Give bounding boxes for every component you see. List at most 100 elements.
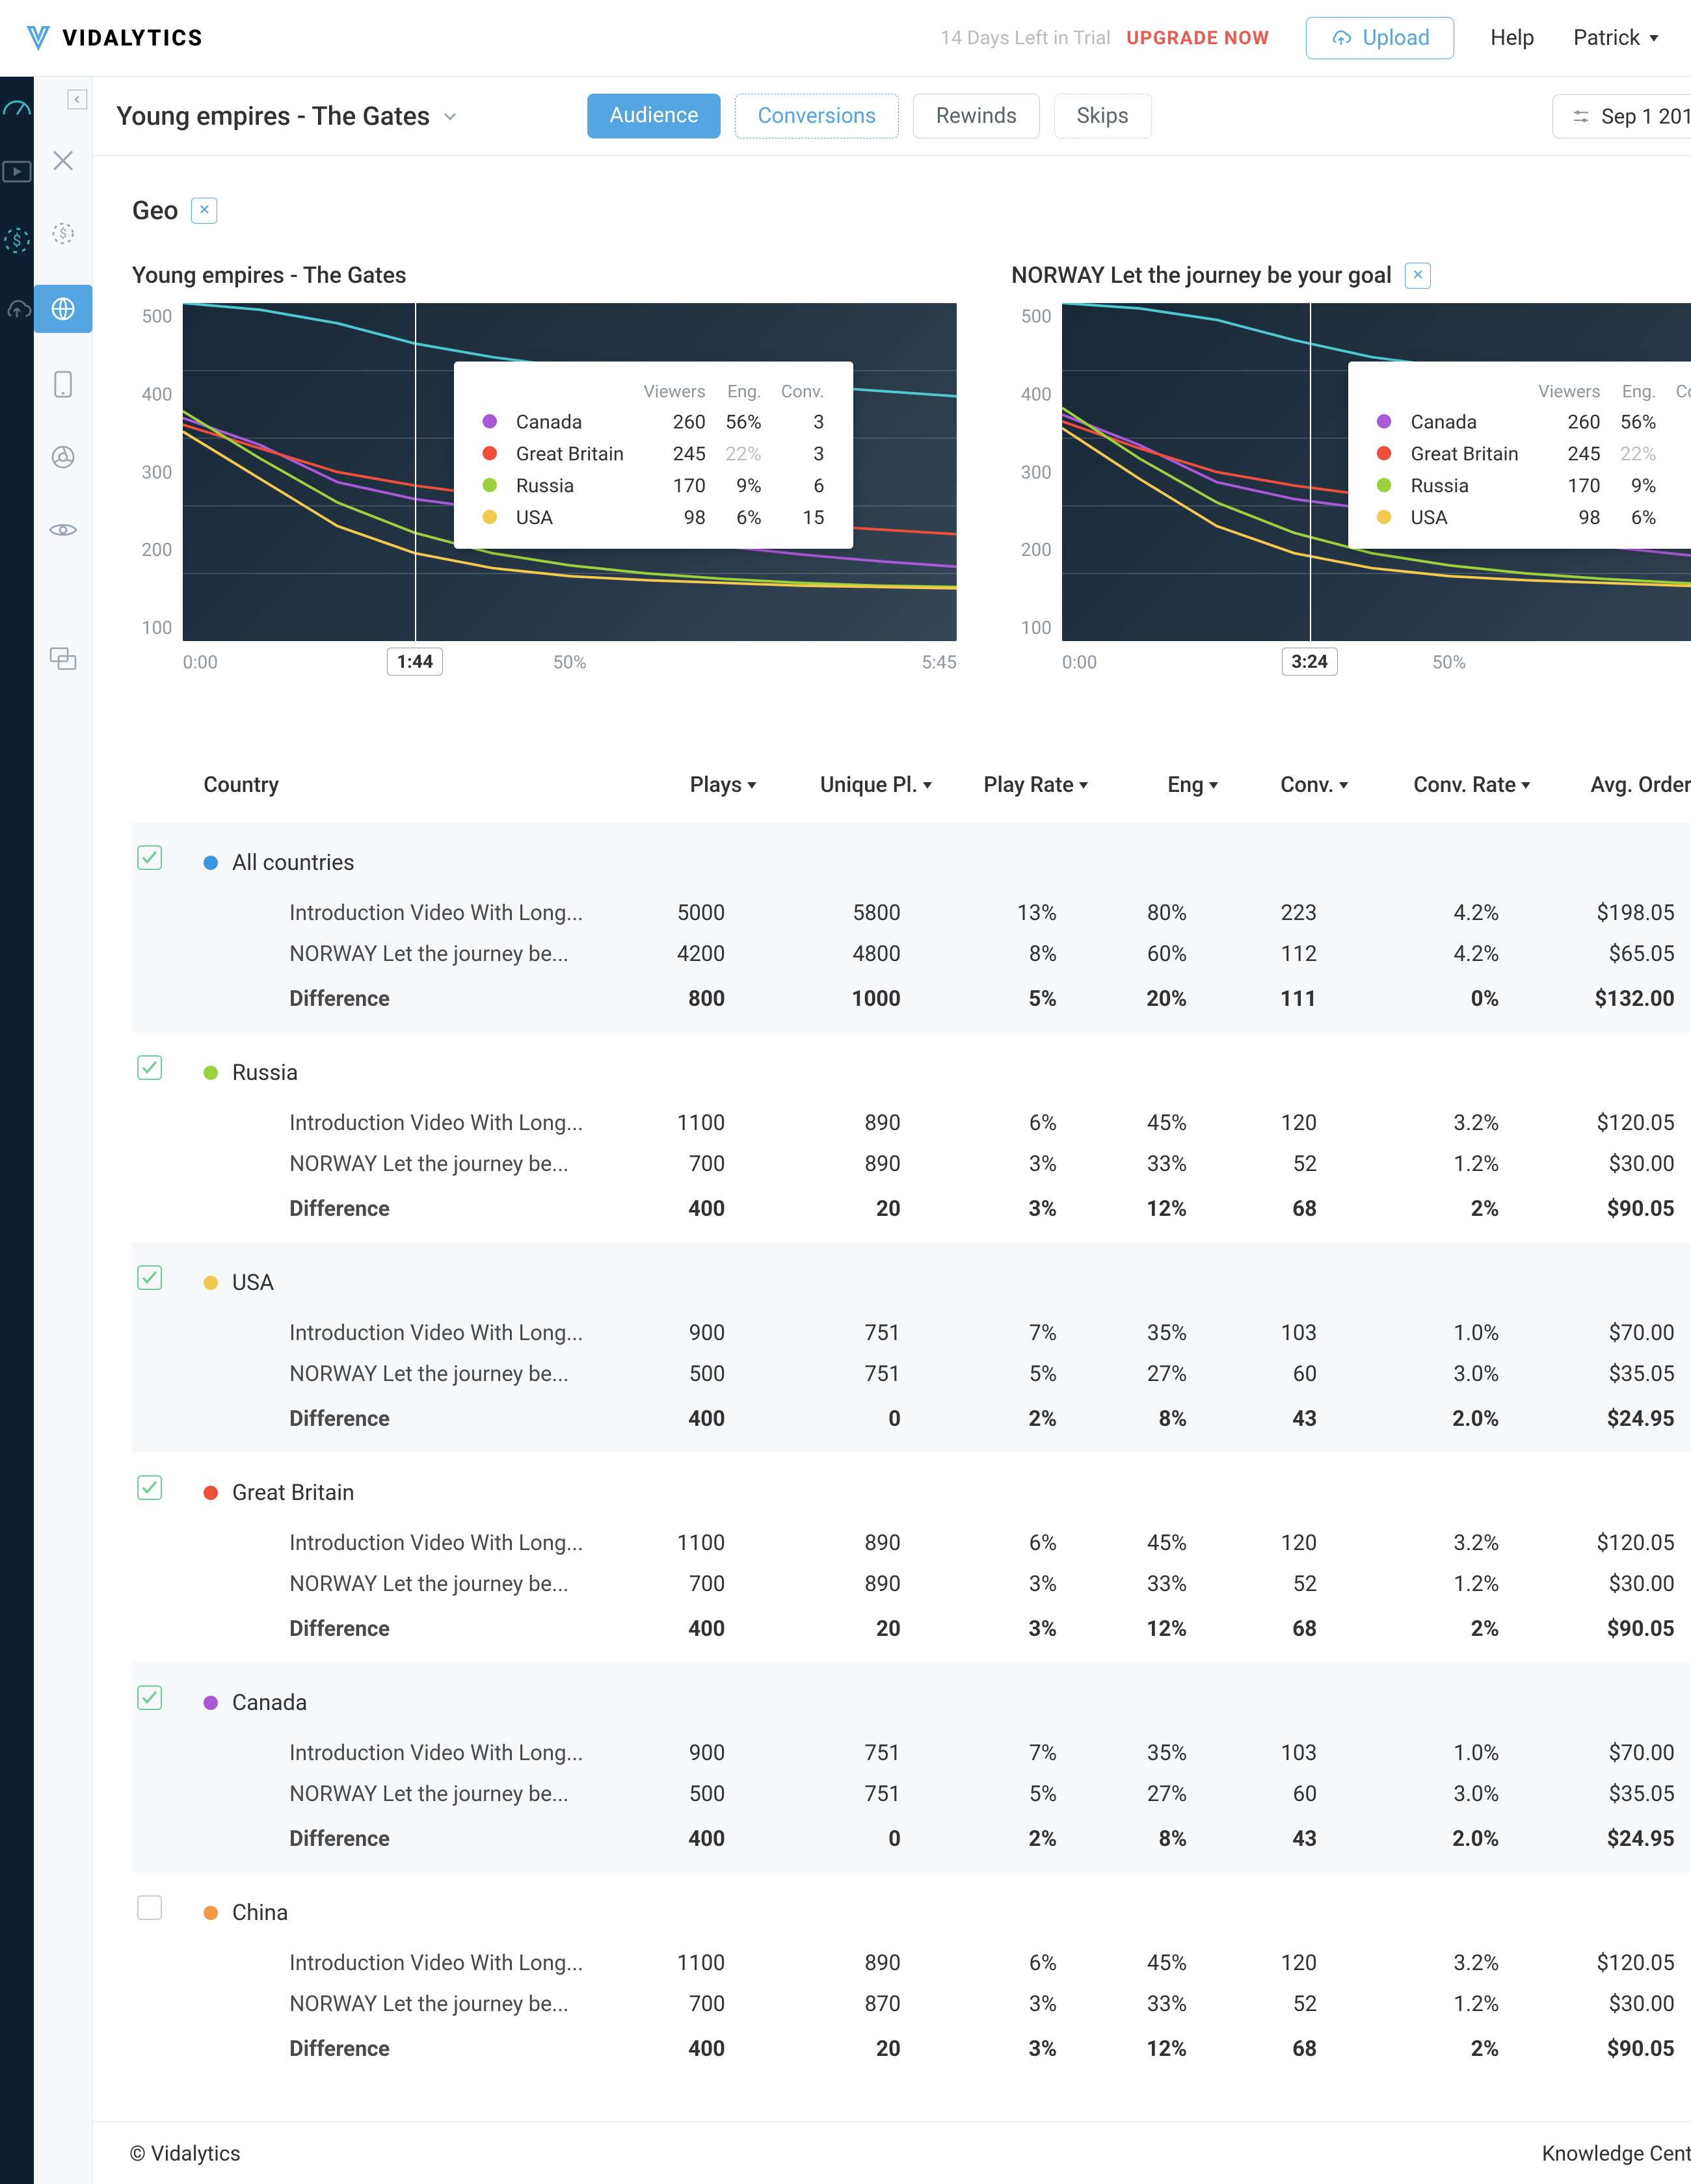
- date-range-text: Sep 1 2016 — Oct 10 2016: [1601, 104, 1691, 129]
- playhead-cursor[interactable]: [1310, 303, 1311, 641]
- row-label: NORWAY Let the journey be...: [204, 941, 607, 967]
- table-cell: 1.2%: [1348, 1572, 1530, 1597]
- table-row: Introduction Video With Long...11008906%…: [132, 1943, 1691, 1984]
- sub-nav-compare-icon[interactable]: [42, 139, 85, 182]
- chart-title: Young empires - The Gates: [132, 262, 406, 289]
- nav-dashboard-icon[interactable]: [0, 92, 34, 118]
- row-label: Introduction Video With Long...: [204, 1111, 607, 1136]
- chart-tooltip: ViewersEng.Conv.Canada26056%3Great Brita…: [454, 362, 853, 549]
- row-label: Difference: [204, 1196, 607, 1222]
- col-eng[interactable]: Eng: [1088, 772, 1218, 798]
- table-cell: 33%: [1088, 1572, 1218, 1597]
- video-title-text: Young empires - The Gates: [116, 101, 430, 131]
- row-checkbox-cell: [132, 1265, 204, 1290]
- col-unique[interactable]: Unique Pl.: [756, 772, 932, 798]
- row-checkbox[interactable]: [137, 1265, 162, 1290]
- plot-surface[interactable]: ViewersEng.Conv.Canada26056%3Great Brita…: [1062, 303, 1691, 641]
- video-selector[interactable]: Young empires - The Gates: [116, 101, 457, 131]
- user-menu[interactable]: Patrick: [1573, 25, 1658, 51]
- table-cell: 1100: [607, 1951, 756, 1976]
- chart-area[interactable]: 500400300200100ViewersEng.Conv.Canada260…: [1011, 303, 1691, 641]
- sub-nav-revenue-icon[interactable]: $: [42, 212, 85, 255]
- sub-nav-views-icon[interactable]: [42, 508, 85, 551]
- tab-audience[interactable]: Audience: [587, 94, 721, 138]
- row-label: NORWAY Let the journey be...: [204, 1782, 607, 1807]
- tab-rewinds[interactable]: Rewinds: [913, 94, 1040, 138]
- table-cell: 2%: [1348, 1196, 1530, 1222]
- row-label: NORWAY Let the journey be...: [204, 1151, 607, 1177]
- table-cell: 4800: [756, 941, 932, 967]
- sort-icon: [1339, 782, 1348, 789]
- table-row: NORWAY Let the journey be...7008703%33%5…: [132, 1984, 1691, 2025]
- sub-nav-embed-icon[interactable]: [42, 637, 85, 680]
- chart-close-button[interactable]: ✕: [1405, 263, 1431, 289]
- col-conv[interactable]: Conv.: [1218, 772, 1348, 798]
- country-dot-icon: [204, 1066, 218, 1080]
- page-close-chip[interactable]: ✕: [191, 198, 217, 224]
- table-cell: 3%: [932, 1151, 1088, 1177]
- nav-cloud-icon[interactable]: [1, 298, 33, 321]
- table-cell: 0: [756, 1406, 932, 1432]
- col-playrate[interactable]: Play Rate: [932, 772, 1088, 798]
- date-range-picker[interactable]: Sep 1 2016 — Oct 10 2016: [1552, 94, 1691, 138]
- table-cell: 500: [607, 1782, 756, 1807]
- row-checkbox[interactable]: [137, 1475, 162, 1500]
- table-cell: 68: [1218, 2036, 1348, 2062]
- table-cell: 400: [607, 1616, 756, 1642]
- table-header-row: Country Plays Unique Pl. Play Rate Eng C…: [132, 756, 1691, 822]
- chart-area[interactable]: 500400300200100ViewersEng.Conv.Canada260…: [132, 303, 957, 641]
- row-checkbox[interactable]: [137, 1685, 162, 1710]
- table-cell: 1.2%: [1348, 1992, 1530, 2017]
- table-cell: 20: [756, 1616, 932, 1642]
- tab-skips[interactable]: Skips: [1054, 94, 1152, 138]
- table-cell: 4.2%: [1348, 901, 1530, 926]
- row-checkbox-cell: [132, 1055, 204, 1080]
- country-name: All countries: [232, 850, 354, 876]
- table-row-diff: Difference40002%8%432.0%$24.950: [132, 1395, 1691, 1453]
- row-checkbox[interactable]: [137, 1895, 162, 1920]
- help-link[interactable]: Help: [1491, 25, 1535, 51]
- table-cell: 870: [756, 1992, 932, 2017]
- sub-nav-device-icon[interactable]: [42, 363, 85, 406]
- playhead-cursor[interactable]: [415, 303, 416, 641]
- sub-nav-geo-icon[interactable]: [34, 285, 92, 333]
- upload-button[interactable]: Upload: [1306, 17, 1454, 59]
- y-tick: 200: [1021, 539, 1052, 560]
- brand-logo[interactable]: VIDALYTICS: [25, 25, 204, 52]
- sub-header: Young empires - The Gates Audience Conve…: [93, 77, 1691, 156]
- col-country[interactable]: Country: [204, 772, 607, 798]
- y-tick: 300: [142, 462, 172, 483]
- table-cell: 103: [1218, 1321, 1348, 1346]
- nav-videos-icon[interactable]: [1, 160, 33, 183]
- nav-monetize-icon[interactable]: $: [1, 225, 33, 256]
- table-cell: 111: [1218, 986, 1348, 1012]
- col-eng-label: Eng: [1167, 772, 1204, 798]
- footer-knowledge-link[interactable]: Knowledge Center: [1542, 2141, 1691, 2166]
- collapse-rail-button[interactable]: [68, 90, 87, 109]
- table-row-diff: Difference400203%12%682%$90.05450: [132, 1185, 1691, 1243]
- svg-text:$: $: [12, 231, 21, 250]
- chart-tooltip: ViewersEng.Conv.Canada26056%3Great Brita…: [1348, 362, 1691, 549]
- table-cell: $24.95: [1530, 1826, 1691, 1852]
- row-label: Difference: [204, 986, 607, 1012]
- content-area: Young empires - The Gates Audience Conve…: [93, 77, 1691, 2184]
- row-checkbox[interactable]: [137, 1055, 162, 1080]
- table-cell: 8%: [932, 941, 1088, 967]
- row-label: Introduction Video With Long...: [204, 901, 607, 926]
- row-label: NORWAY Let the journey be...: [204, 1362, 607, 1387]
- row-checkbox[interactable]: [137, 845, 162, 870]
- upgrade-link[interactable]: UPGRADE NOW: [1126, 27, 1270, 49]
- col-convrate[interactable]: Conv. Rate: [1348, 772, 1530, 798]
- sub-nav-browser-icon[interactable]: [42, 436, 85, 479]
- table-cell: 3.2%: [1348, 1111, 1530, 1136]
- tab-conversions[interactable]: Conversions: [735, 94, 899, 138]
- col-avgorder[interactable]: Avg. Order: [1530, 772, 1691, 798]
- table-cell: 5%: [932, 1362, 1088, 1387]
- table-row: Introduction Video With Long...9007517%3…: [132, 1733, 1691, 1774]
- table-cell: 400: [607, 1826, 756, 1852]
- plot-surface[interactable]: ViewersEng.Conv.Canada26056%3Great Brita…: [183, 303, 957, 641]
- col-country-label: Country: [204, 772, 279, 798]
- col-plays[interactable]: Plays: [607, 772, 756, 798]
- table-group: All countries Introduction Video With Lon…: [132, 822, 1691, 1033]
- table-row: All countries: [132, 822, 1691, 893]
